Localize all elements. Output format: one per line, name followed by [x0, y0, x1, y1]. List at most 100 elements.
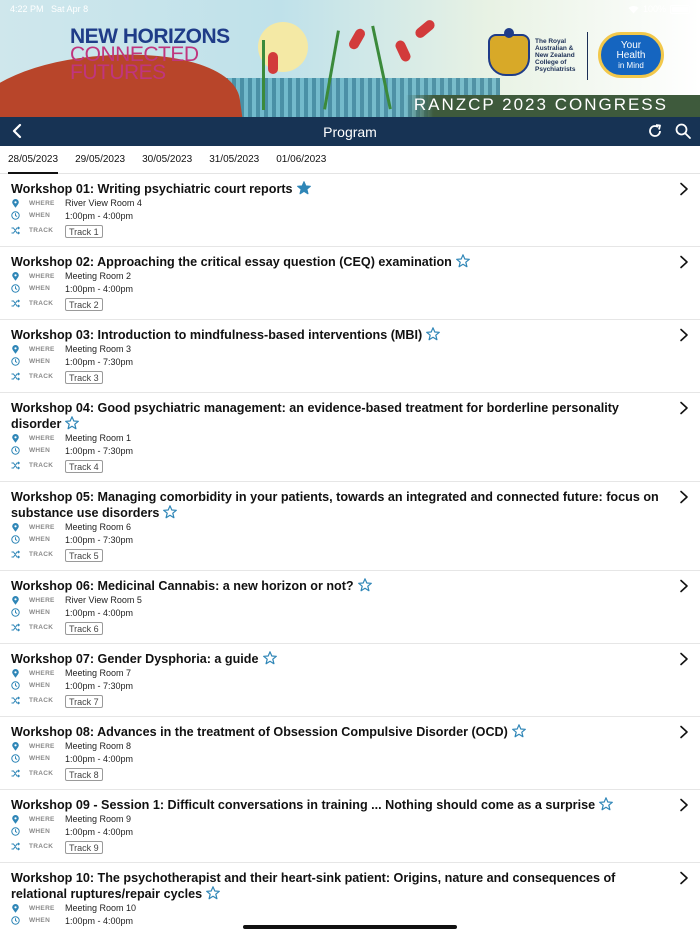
search-icon[interactable]	[674, 122, 692, 140]
chevron-right-icon[interactable]	[678, 579, 690, 593]
star-outline-icon[interactable]	[511, 724, 526, 738]
when-value: 1:00pm - 4:00pm	[65, 826, 134, 837]
star-filled-icon[interactable]	[296, 181, 311, 195]
track-badge[interactable]: Track 5	[65, 548, 103, 562]
when-row: WHEN 1:00pm - 4:00pm	[11, 753, 660, 766]
star-outline-icon[interactable]	[426, 327, 441, 341]
logo-divider	[587, 32, 588, 80]
workshop-item[interactable]: Workshop 03: Introduction to mindfulness…	[0, 320, 700, 393]
chevron-right-icon[interactable]	[678, 255, 690, 269]
when-row: WHEN 1:00pm - 4:00pm	[11, 826, 660, 839]
track-badge[interactable]: Track 3	[65, 370, 103, 384]
location-pin-icon	[11, 522, 20, 532]
tab-date-2[interactable]: 29/05/2023	[75, 146, 125, 174]
kangaroo-paw-flower-icon	[413, 18, 437, 40]
star-outline-icon[interactable]	[65, 416, 80, 430]
tab-date-3[interactable]: 30/05/2023	[142, 146, 192, 174]
shuffle-icon	[11, 622, 21, 632]
workshop-item[interactable]: Workshop 01: Writing psychiatric court r…	[0, 174, 700, 247]
navigation-bar: Program	[0, 117, 700, 146]
when-label: WHEN	[29, 358, 51, 366]
workshop-item[interactable]: Workshop 05: Managing comorbidity in you…	[0, 482, 700, 571]
where-value: River View Room 4	[65, 198, 142, 209]
chevron-right-icon[interactable]	[678, 798, 690, 812]
star-outline-icon[interactable]	[163, 505, 178, 519]
banner-title: NEW HORIZONS CONNECTED FUTURES	[70, 26, 230, 83]
where-label: WHERE	[29, 596, 55, 604]
track-badge[interactable]: Track 2	[65, 297, 103, 311]
battery-icon	[670, 4, 690, 14]
shuffle-icon	[11, 549, 21, 559]
workshop-item[interactable]: Workshop 06: Medicinal Cannabis: a new h…	[0, 571, 700, 644]
workshop-title-text: Workshop 06: Medicinal Cannabis: a new h…	[11, 579, 354, 593]
kangaroo-paw-flower-icon	[347, 26, 367, 52]
chevron-right-icon[interactable]	[678, 725, 690, 739]
refresh-icon[interactable]	[646, 122, 664, 140]
location-pin-icon	[11, 271, 20, 281]
workshop-title: Workshop 04: Good psychiatric management…	[11, 400, 660, 432]
chevron-right-icon[interactable]	[678, 490, 690, 504]
tab-date-1[interactable]: 28/05/2023	[8, 146, 59, 174]
clock-icon	[11, 211, 20, 220]
track-badge[interactable]: Track 4	[65, 459, 103, 473]
star-outline-icon[interactable]	[455, 254, 470, 268]
workshop-title: Workshop 05: Managing comorbidity in you…	[11, 489, 660, 521]
where-value: Meeting Room 6	[65, 522, 132, 533]
workshop-title: Workshop 08: Advances in the treatment o…	[11, 724, 660, 740]
where-row: WHERE Meeting Room 7	[11, 667, 660, 680]
workshop-title-text: Workshop 01: Writing psychiatric court r…	[11, 182, 293, 196]
page-title: Program	[323, 123, 377, 140]
workshop-item[interactable]: Workshop 08: Advances in the treatment o…	[0, 717, 700, 790]
tab-date-4[interactable]: 31/05/2023	[209, 146, 259, 174]
location-pin-icon	[11, 741, 20, 751]
chevron-right-icon[interactable]	[678, 182, 690, 196]
when-value: 1:00pm - 4:00pm	[65, 753, 134, 764]
when-row: WHEN 1:00pm - 7:30pm	[11, 680, 660, 693]
star-outline-icon[interactable]	[357, 578, 372, 592]
chevron-right-icon[interactable]	[678, 871, 690, 885]
where-label: WHERE	[29, 669, 55, 677]
star-outline-icon[interactable]	[599, 797, 613, 811]
clock-icon	[11, 535, 20, 544]
chevron-right-icon[interactable]	[678, 328, 690, 342]
workshop-item[interactable]: Workshop 07: Gender Dysphoria: a guide WH…	[0, 644, 700, 717]
star-outline-icon[interactable]	[206, 886, 220, 900]
track-row: TRACK Track 6	[11, 619, 660, 635]
star-outline-icon[interactable]	[262, 651, 277, 665]
where-label: WHERE	[29, 742, 55, 750]
track-row: TRACK Track 8	[11, 765, 660, 781]
home-indicator[interactable]	[243, 925, 457, 929]
workshop-item[interactable]: Workshop 04: Good psychiatric management…	[0, 393, 700, 482]
track-label: TRACK	[29, 623, 54, 631]
track-badge[interactable]: Track 9	[65, 840, 103, 854]
kangaroo-paw-flower-icon	[268, 52, 278, 74]
location-pin-icon	[11, 198, 20, 208]
track-badge[interactable]: Track 6	[65, 621, 103, 635]
workshop-item[interactable]: Workshop 09 - Session 1: Difficult conve…	[0, 790, 700, 863]
back-arrow-icon[interactable]	[8, 121, 28, 141]
yhim-line3: in Mind	[618, 61, 644, 70]
workshop-item[interactable]: Workshop 10: The psychotherapist and the…	[0, 863, 700, 934]
clock-icon	[11, 916, 20, 925]
where-label: WHERE	[29, 523, 55, 531]
where-value: Meeting Room 2	[65, 271, 132, 282]
chevron-right-icon[interactable]	[678, 401, 690, 415]
when-label: WHEN	[29, 755, 51, 763]
track-label: TRACK	[29, 696, 54, 704]
workshop-title-text: Workshop 09 - Session 1: Difficult conve…	[11, 798, 596, 812]
where-label: WHERE	[29, 815, 55, 823]
track-badge[interactable]: Track 1	[65, 224, 103, 238]
where-row: WHERE Meeting Room 9	[11, 813, 660, 826]
clock-icon	[11, 681, 20, 690]
where-label: WHERE	[29, 434, 55, 442]
track-badge[interactable]: Track 7	[65, 694, 103, 708]
track-row: TRACK Track 5	[11, 546, 660, 562]
shuffle-icon	[11, 695, 21, 705]
workshop-title-text: Workshop 10: The psychotherapist and the…	[11, 871, 616, 901]
chevron-right-icon[interactable]	[678, 652, 690, 666]
tab-date-5[interactable]: 01/06/2023	[276, 146, 326, 174]
workshop-item[interactable]: Workshop 02: Approaching the critical es…	[0, 247, 700, 320]
track-badge[interactable]: Track 8	[65, 767, 103, 781]
track-label: TRACK	[29, 550, 54, 558]
workshop-title: Workshop 06: Medicinal Cannabis: a new h…	[11, 578, 660, 594]
